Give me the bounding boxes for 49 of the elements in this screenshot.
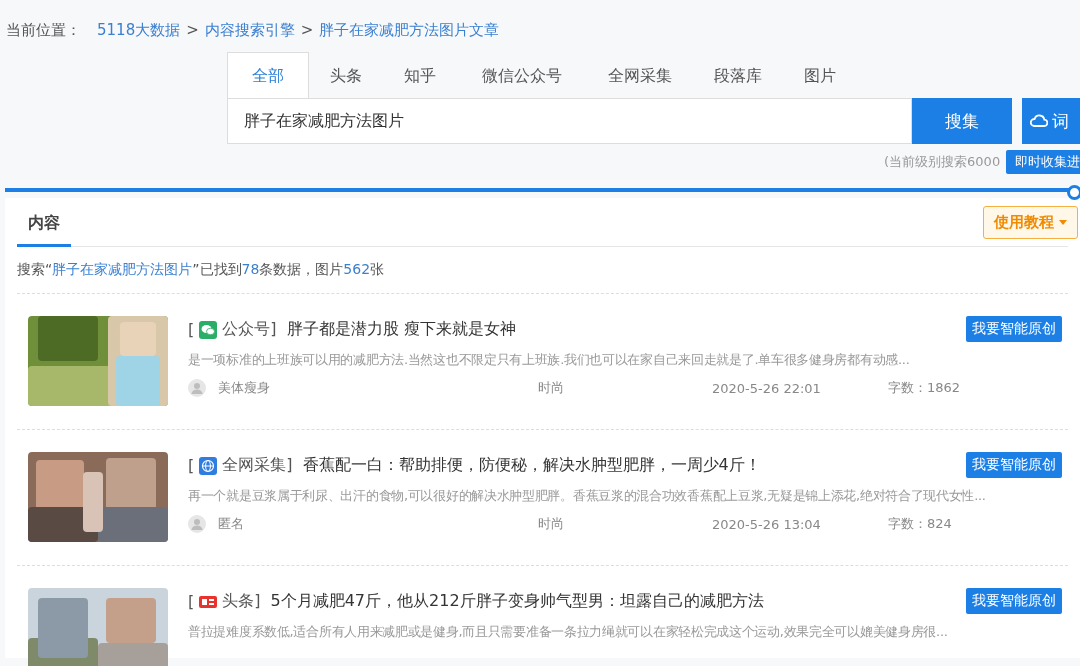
content-tab[interactable]: 内容 xyxy=(17,201,71,247)
avatar-icon xyxy=(188,515,206,533)
source-label: 全网采集] xyxy=(222,455,293,476)
category: 时尚 xyxy=(538,379,565,397)
rewrite-button[interactable]: 我要智能原创 xyxy=(966,588,1062,614)
cloud-icon xyxy=(1030,113,1049,129)
author-name: 匿名 xyxy=(218,515,244,533)
article-snippet: 普拉提难度系数低,适合所有人用来减肥或是健身,而且只需要准备一条拉力绳就可以在家轻松完成这个运动,效果完全可以媲美健身房很... xyxy=(188,623,949,641)
search-tab[interactable]: 微信公众号 xyxy=(457,52,587,99)
article-title[interactable]: 5个月减肥47斤，他从212斤胖子变身帅气型男：坦露自己的减肥方法 xyxy=(270,591,764,612)
result-summary: 搜索“胖子在家减肥方法图片”已找到78条数据，图片562张 xyxy=(17,247,1068,294)
author-name: 美体瘦身 xyxy=(218,379,270,397)
breadcrumb-separator: > xyxy=(300,21,314,39)
source-label: 头条] xyxy=(222,591,261,612)
source-label: 公众号] xyxy=(222,319,277,340)
cloud-button[interactable]: 词 xyxy=(1022,98,1080,144)
globe-icon xyxy=(199,456,218,475)
rewrite-button[interactable]: 我要智能原创 xyxy=(966,316,1062,342)
search-tab[interactable]: 段落库 xyxy=(693,52,783,99)
progress-handle[interactable] xyxy=(1067,185,1080,200)
search-tab[interactable]: 头条 xyxy=(309,52,383,99)
chat-bubble-icon xyxy=(199,320,218,339)
breadcrumb-label: 当前位置： xyxy=(6,20,81,40)
article-snippet: 再一个就是豆浆属于利尿、出汗的食物,可以很好的解决水肿型肥胖。香蕉豆浆的混合功效香蕉配上豆浆,无疑是锦上添花,绝对符合了现代女性... xyxy=(188,487,987,505)
bracket: [ xyxy=(188,320,195,339)
breadcrumb-link[interactable]: 内容搜索引擎 xyxy=(204,20,295,40)
bracket: [ xyxy=(188,456,195,475)
article-title[interactable]: 香蕉配一白：帮助排便，防便秘，解决水肿型肥胖，一周少4斤！ xyxy=(302,455,761,476)
breadcrumb-link[interactable]: 5118大数据 xyxy=(97,20,181,40)
avatar-icon xyxy=(188,379,206,397)
search-button[interactable]: 搜集 xyxy=(912,98,1013,144)
article-title[interactable]: 胖子都是潜力股 瘦下来就是女神 xyxy=(286,319,516,340)
tooltip: 即时收集进 xyxy=(1006,150,1080,174)
word-count: 字数：1862 xyxy=(888,379,962,397)
breadcrumb-separator: > xyxy=(186,21,199,39)
word-count: 字数：824 xyxy=(888,515,953,533)
caret-icon xyxy=(1059,219,1067,225)
bracket: [ xyxy=(188,592,195,611)
breadcrumb-link[interactable]: 胖子在家减肥方法图片文章 xyxy=(319,20,500,40)
publish-date: 2020-5-26 22:01 xyxy=(712,380,822,396)
search-tab[interactable]: 全部 xyxy=(227,52,309,99)
rewrite-button[interactable]: 我要智能原创 xyxy=(966,452,1062,478)
search-tab[interactable]: 全网采集 xyxy=(587,52,693,99)
search-field[interactable]: 胖子在家减肥方法图片 xyxy=(227,98,913,144)
category: 时尚 xyxy=(538,515,565,533)
search-limit-note: (当前级别搜索6000 xyxy=(884,153,1001,171)
publish-date: 2020-5-26 13:04 xyxy=(712,516,822,532)
search-tab[interactable]: 图片 xyxy=(783,52,857,99)
search-tab[interactable]: 知乎 xyxy=(383,52,457,99)
